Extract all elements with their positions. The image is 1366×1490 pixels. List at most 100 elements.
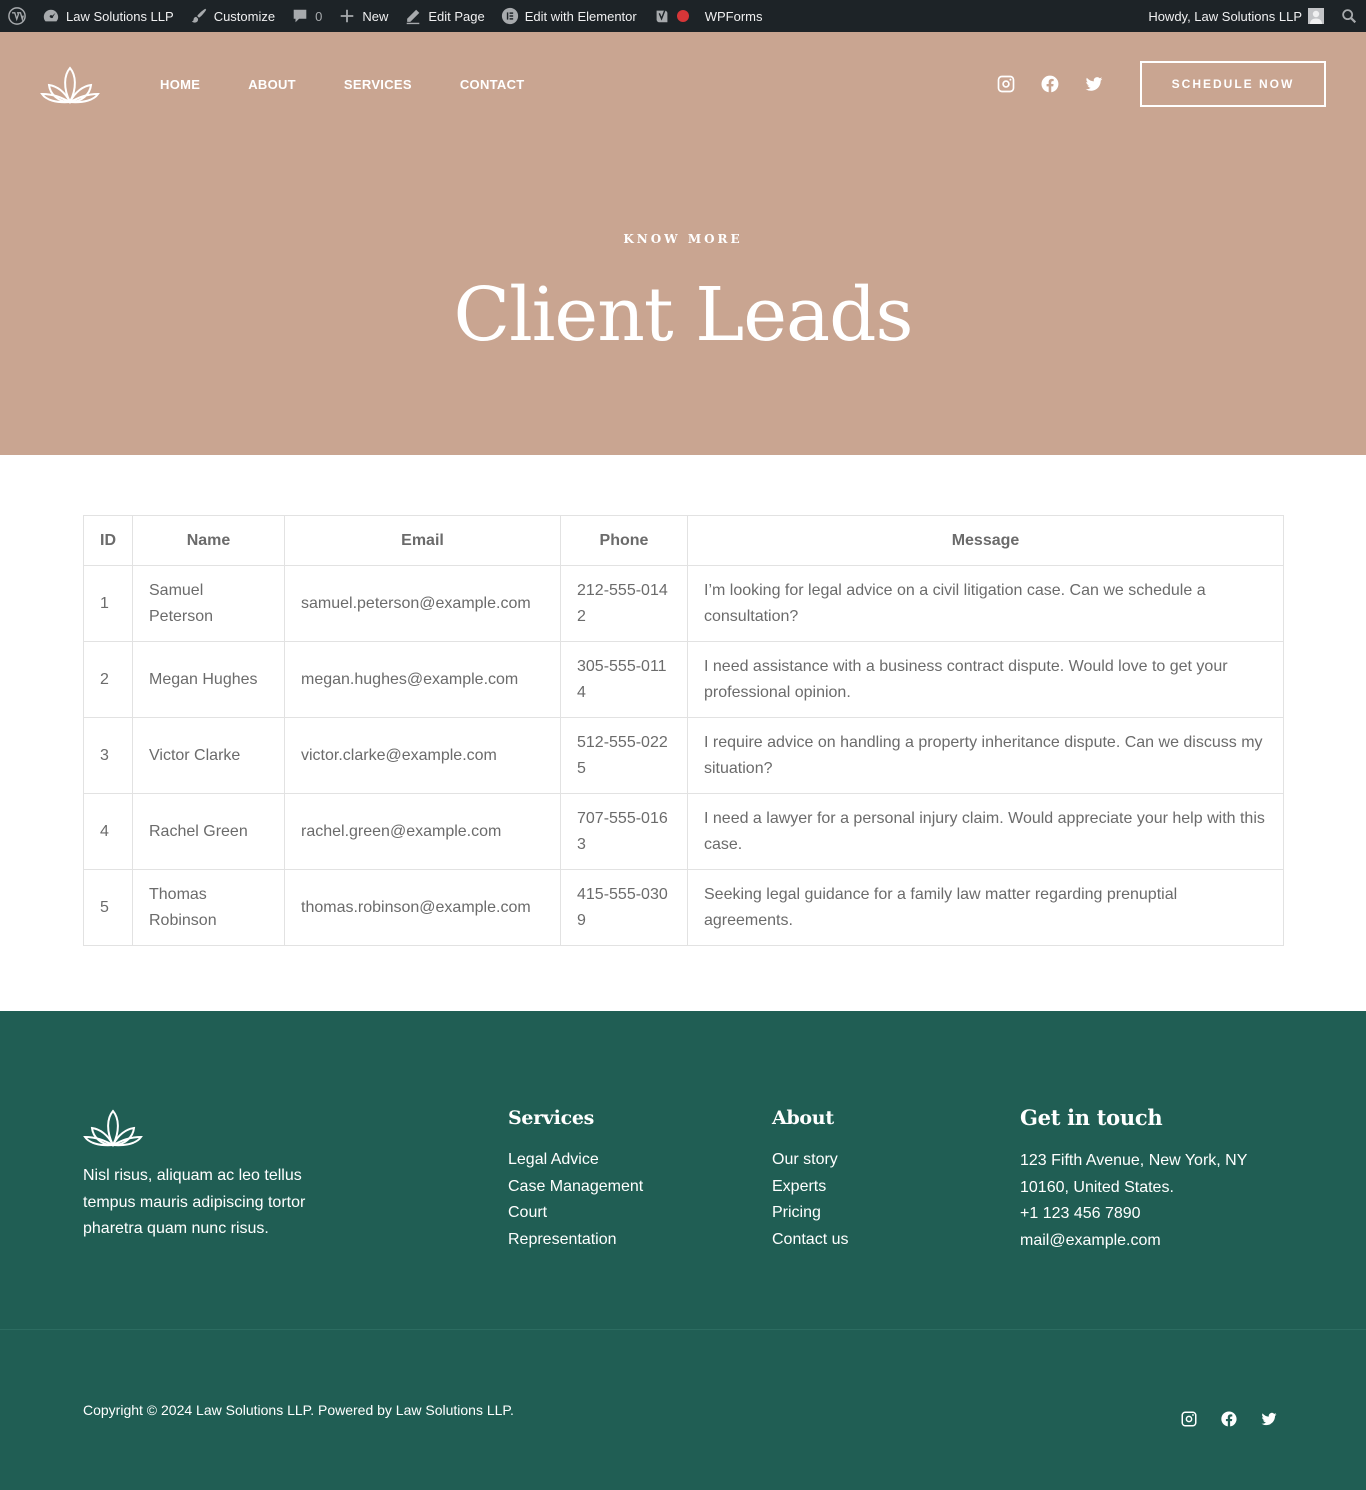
lotus-logo-icon[interactable] — [40, 64, 100, 106]
search-icon — [1340, 7, 1358, 25]
footer-address: 123 Fifth Avenue, New York, NY 10160, Un… — [1020, 1152, 1248, 1196]
table-row: 4 Rachel Green rachel.green@example.com … — [83, 793, 1284, 870]
cell-email: rachel.green@example.com — [284, 793, 561, 870]
cell-phone: 305-555-0114 — [560, 641, 688, 718]
cell-message: I’m looking for legal advice on a civil … — [687, 565, 1284, 642]
nav-home[interactable]: HOME — [160, 77, 200, 92]
column-header-message: Message — [687, 515, 1284, 566]
avatar — [1308, 8, 1324, 24]
cell-id: 1 — [83, 565, 133, 642]
yoast-seo-menu[interactable] — [645, 0, 697, 32]
column-header-name: Name — [132, 515, 285, 566]
wpforms-label: WPForms — [704, 8, 763, 24]
cell-email: victor.clarke@example.com — [284, 717, 561, 794]
cell-id: 2 — [83, 641, 133, 718]
cell-email: samuel.peterson@example.com — [284, 565, 561, 642]
new-content-menu[interactable]: New — [330, 0, 396, 32]
leads-table: ID Name Email Phone Message 1 Samuel Pet… — [83, 515, 1284, 946]
instagram-icon[interactable] — [996, 74, 1016, 94]
table-row: 5 Thomas Robinson thomas.robinson@exampl… — [83, 869, 1284, 946]
leads-table-wrapper: ID Name Email Phone Message 1 Samuel Pet… — [83, 515, 1284, 946]
nav-contact[interactable]: CONTACT — [460, 77, 525, 92]
admin-search-button[interactable] — [1332, 0, 1366, 32]
twitter-icon[interactable] — [1260, 1410, 1278, 1428]
footer-phone[interactable]: +1 123 456 7890 — [1020, 1201, 1282, 1228]
instagram-icon[interactable] — [1180, 1410, 1198, 1428]
cell-name: Megan Hughes — [132, 641, 285, 718]
comments-count: 0 — [315, 8, 323, 24]
site-name-menu[interactable]: Law Solutions LLP — [34, 0, 182, 32]
header-socials — [996, 74, 1104, 94]
hero-section: HOME ABOUT SERVICES CONTACT SCHEDULE NOW… — [0, 32, 1366, 455]
account-menu[interactable]: Howdy, Law Solutions LLP — [1140, 0, 1332, 32]
cell-name: Samuel Peterson — [132, 565, 285, 642]
cell-message: I need a lawyer for a personal injury cl… — [687, 793, 1284, 870]
footer-services-column: Services Legal Advice Case Management Co… — [508, 1107, 728, 1253]
footer-lotus-logo-icon[interactable] — [83, 1107, 143, 1149]
customize-label: Customize — [213, 8, 276, 24]
table-row: 3 Victor Clarke victor.clarke@example.co… — [83, 717, 1284, 794]
cell-phone: 212-555-0142 — [560, 565, 688, 642]
cell-name: Rachel Green — [132, 793, 285, 870]
copyright-text: Copyright © 2024 Law Solutions LLP. Powe… — [83, 1402, 514, 1418]
pencil-icon — [404, 7, 422, 25]
footer-link-pricing[interactable]: Pricing — [772, 1204, 821, 1221]
footer-services-heading: Services — [508, 1107, 595, 1129]
cell-name: Victor Clarke — [132, 717, 285, 794]
page-title: Client Leads — [453, 272, 913, 358]
footer-link-court[interactable]: Court — [508, 1204, 547, 1221]
cell-phone: 707-555-0163 — [560, 793, 688, 870]
footer-link-our-story[interactable]: Our story — [772, 1151, 838, 1168]
footer-socials — [1180, 1410, 1278, 1428]
cell-email: megan.hughes@example.com — [284, 641, 561, 718]
cell-message: I need assistance with a business contra… — [687, 641, 1284, 718]
footer-link-experts[interactable]: Experts — [772, 1178, 826, 1195]
cell-id: 4 — [83, 793, 133, 870]
footer-email[interactable]: mail@example.com — [1020, 1228, 1282, 1255]
site-name-label: Law Solutions LLP — [66, 8, 174, 24]
cell-phone: 415-555-0309 — [560, 869, 688, 946]
schedule-now-button[interactable]: SCHEDULE NOW — [1140, 61, 1326, 107]
footer-about-column: About Our story Experts Pricing Contact … — [772, 1107, 972, 1253]
table-row: 2 Megan Hughes megan.hughes@example.com … — [83, 641, 1284, 718]
paintbrush-icon — [190, 7, 208, 25]
elementor-icon — [501, 7, 519, 25]
edit-elementor-link[interactable]: Edit with Elementor — [493, 0, 645, 32]
footer-about-text: Nisl risus, aliquam ac leo tellus tempus… — [83, 1167, 306, 1237]
new-label: New — [362, 8, 389, 24]
seo-status-dot — [676, 10, 689, 22]
nav-about[interactable]: ABOUT — [248, 77, 296, 92]
edit-elementor-label: Edit with Elementor — [524, 8, 637, 24]
footer-link-contact-us[interactable]: Contact us — [772, 1231, 848, 1248]
cell-id: 5 — [83, 869, 133, 946]
edit-page-link[interactable]: Edit Page — [396, 0, 492, 32]
main-nav: HOME ABOUT SERVICES CONTACT — [160, 77, 525, 92]
cell-message: Seeking legal guidance for a family law … — [687, 869, 1284, 946]
cell-email: thomas.robinson@example.com — [284, 869, 561, 946]
footer-link-case-management[interactable]: Case Management — [508, 1178, 643, 1195]
cell-name: Thomas Robinson — [132, 869, 285, 946]
footer-link-legal-advice[interactable]: Legal Advice — [508, 1151, 599, 1168]
twitter-icon[interactable] — [1084, 74, 1104, 94]
wpforms-menu[interactable]: WPForms — [697, 0, 771, 32]
column-header-id: ID — [83, 515, 133, 566]
footer-link-representation[interactable]: Representation — [508, 1231, 617, 1248]
edit-page-label: Edit Page — [428, 8, 485, 24]
comments-link[interactable]: 0 — [283, 0, 330, 32]
wordpress-logo-menu[interactable] — [0, 0, 34, 32]
table-header-row: ID Name Email Phone Message — [83, 515, 1284, 566]
column-header-email: Email — [284, 515, 561, 566]
footer-contact-column: Get in touch 123 Fifth Avenue, New York,… — [1020, 1105, 1282, 1254]
cell-message: I require advice on handling a property … — [687, 717, 1284, 794]
footer-contact-heading: Get in touch — [1020, 1105, 1163, 1130]
nav-services[interactable]: SERVICES — [344, 77, 412, 92]
column-header-phone: Phone — [560, 515, 688, 566]
hero-kicker: KNOW MORE — [623, 232, 743, 246]
plus-icon — [338, 7, 356, 25]
customize-link[interactable]: Customize — [182, 0, 283, 32]
facebook-icon[interactable] — [1040, 74, 1060, 94]
yoast-icon — [653, 7, 671, 25]
cell-phone: 512-555-0225 — [560, 717, 688, 794]
facebook-icon[interactable] — [1220, 1410, 1238, 1428]
dashboard-gauge-icon — [42, 7, 60, 25]
